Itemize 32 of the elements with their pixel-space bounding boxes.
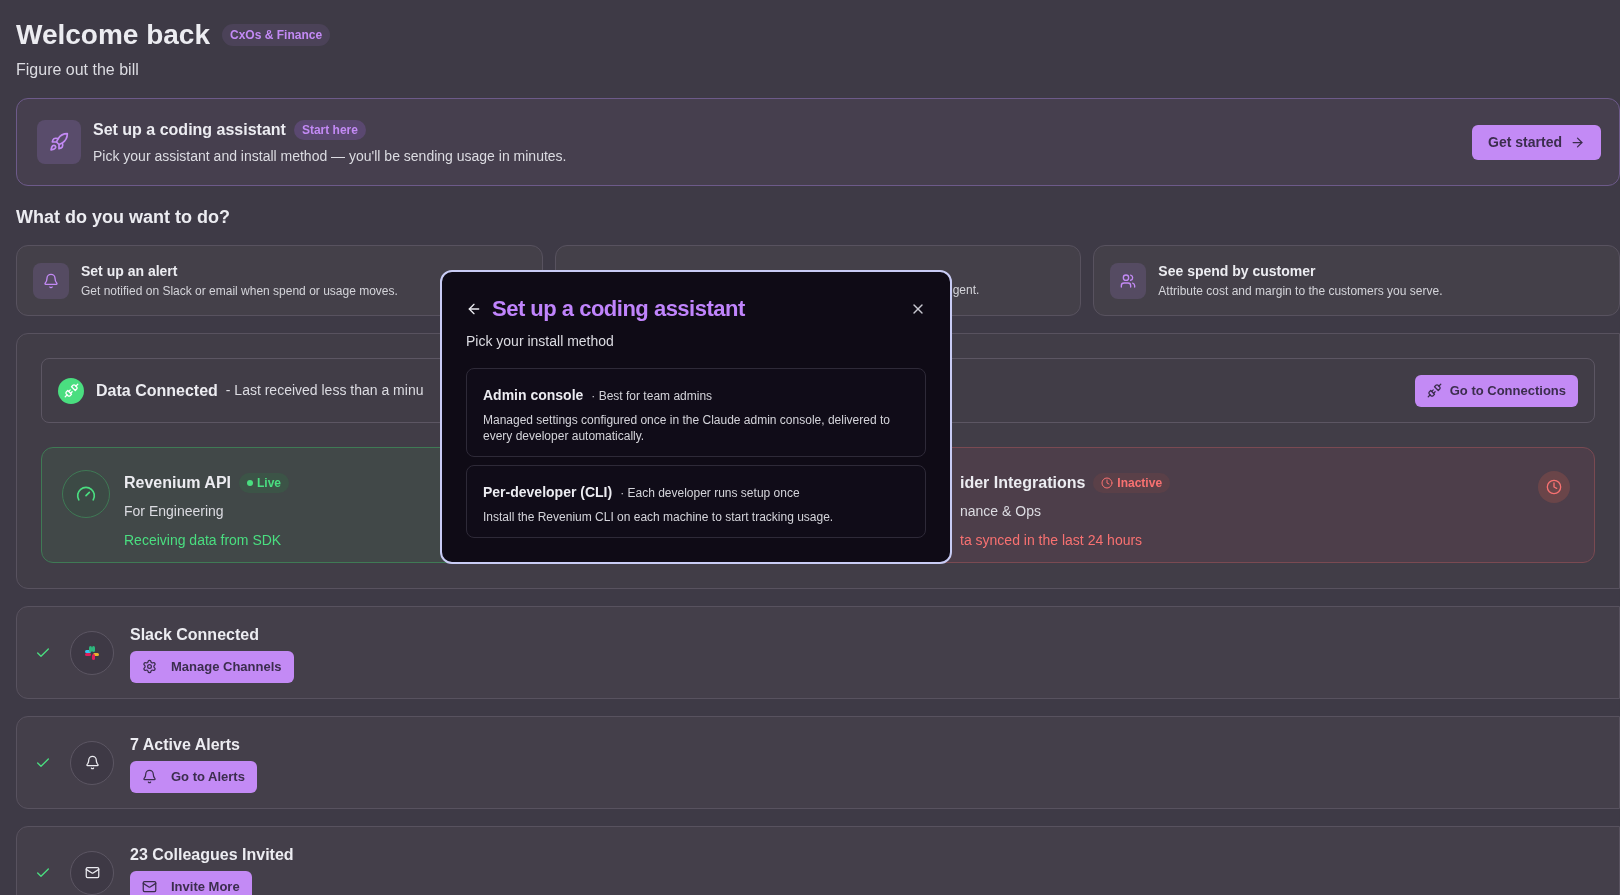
- page-title: Welcome back: [16, 18, 211, 52]
- role-badge: CxOs & Finance: [222, 24, 331, 46]
- option-description: Install the Revenium CLI on each machine to start tracking usage.: [483, 509, 835, 525]
- status-badge: Live: [239, 473, 289, 493]
- option-note: · Best for team admins: [591, 388, 713, 405]
- action-description: Attribute cost and margin to the customers you serve.: [1158, 283, 1443, 300]
- connection-title: Data Connected: [96, 380, 218, 401]
- option-note: · Each developer runs setup once: [620, 485, 800, 502]
- action-description: Get notified on Slack or email when spend or usage moves.: [81, 283, 398, 300]
- source-message: Receiving data from SDK: [124, 531, 283, 550]
- option-title: Per-developer (CLI): [483, 483, 613, 502]
- section-title: What do you want to do?: [16, 206, 231, 229]
- action-title: See spend by customer: [1158, 262, 1317, 281]
- option-title: Admin console: [483, 386, 584, 405]
- banner-description: Pick your assistant and install method — you'll be sending usage in minutes.: [93, 146, 568, 166]
- source-subtitle: nance & Ops: [960, 502, 1042, 521]
- connection-detail: - Last received less than a minu: [225, 381, 424, 400]
- start-badge: Start here: [293, 119, 366, 140]
- source-message: ta synced in the last 24 hours: [960, 531, 1144, 550]
- action-title: Set up an alert: [81, 262, 179, 281]
- page-subtitle: Figure out the bill: [16, 60, 140, 80]
- checklist-title: 7 Active Alerts: [130, 734, 241, 755]
- dialog-subtitle: Pick your install method: [466, 332, 615, 351]
- banner-title: Set up a coding assistant: [93, 119, 286, 140]
- source-title: ider Integrations: [960, 473, 1086, 493]
- checklist-title: 23 Colleagues Invited: [130, 844, 294, 865]
- action-description: gent.: [952, 282, 980, 297]
- source-subtitle: For Engineering: [124, 502, 225, 521]
- source-title: Revenium API: [124, 473, 231, 493]
- checklist-title: Slack Connected: [130, 624, 260, 645]
- status-badge: Inactive: [1093, 473, 1171, 493]
- option-description: Managed settings configured once in the Claude admin console, delivered to every developer automatically.: [483, 412, 891, 444]
